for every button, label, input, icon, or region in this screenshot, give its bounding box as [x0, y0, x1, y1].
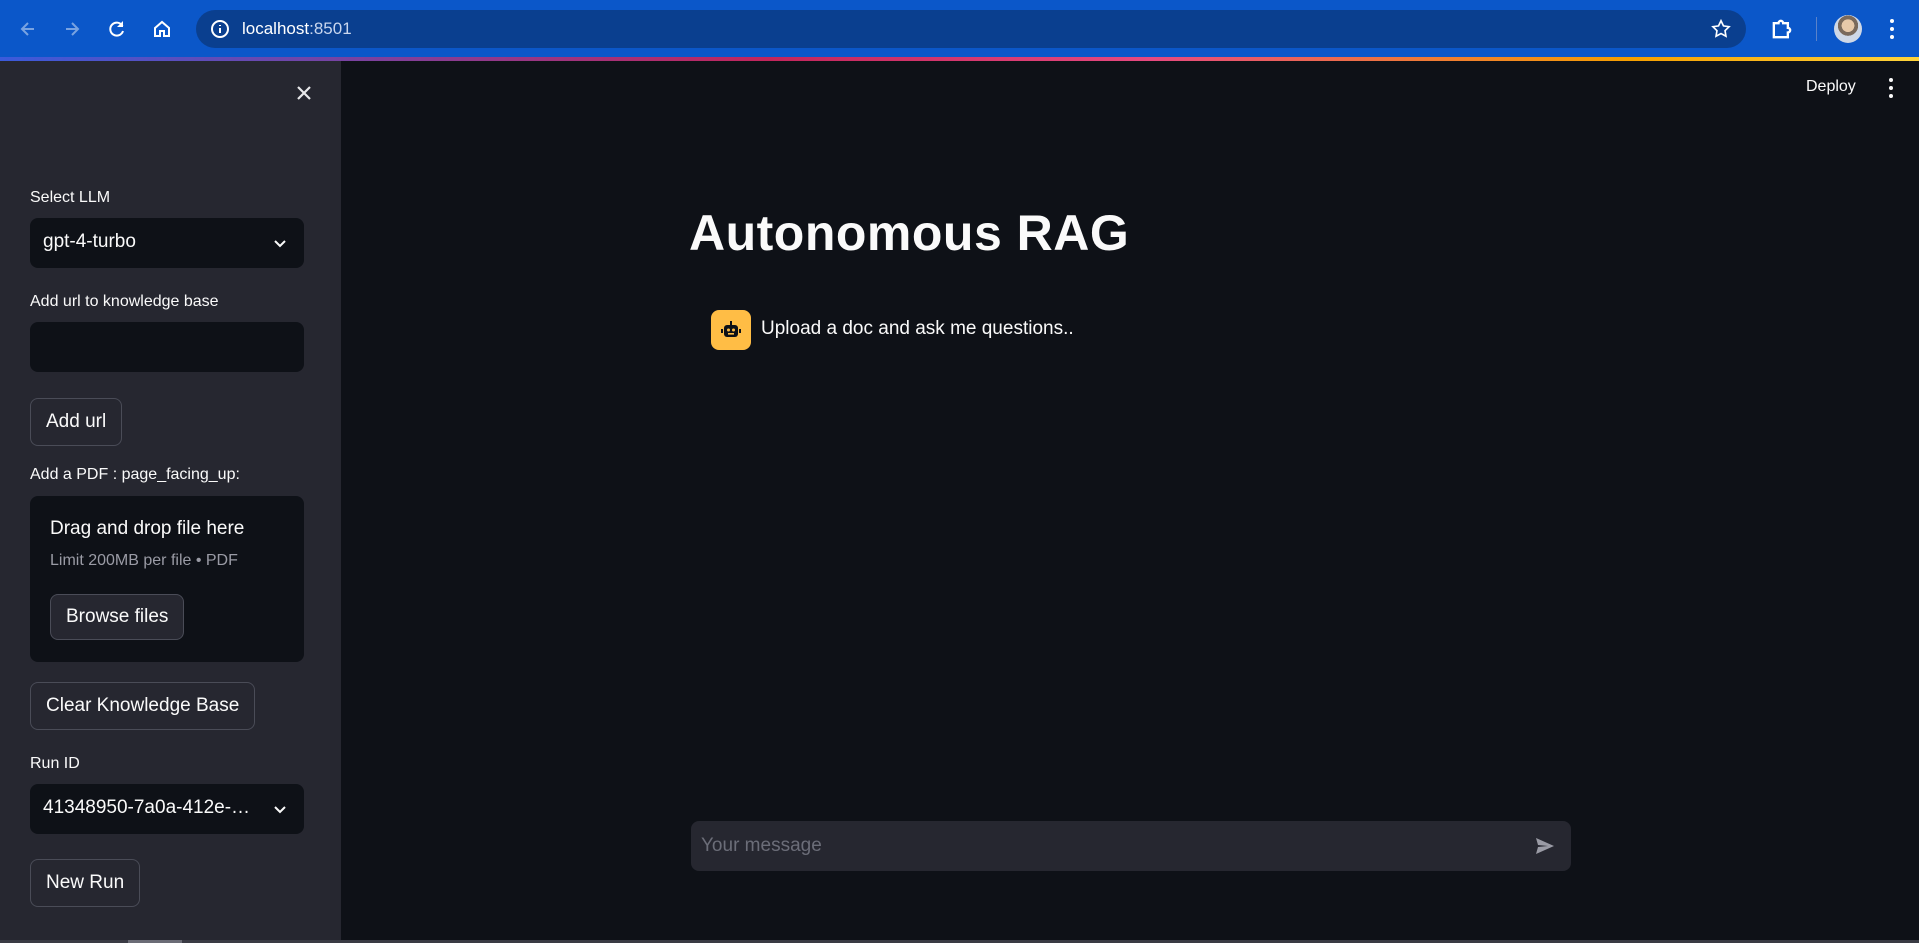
- reload-icon[interactable]: [102, 14, 132, 44]
- site-info-icon[interactable]: [210, 19, 230, 39]
- send-icon[interactable]: [1533, 834, 1557, 858]
- dropzone-hint: Limit 200MB per file • PDF: [50, 552, 238, 569]
- bookmark-star-icon[interactable]: [1710, 18, 1732, 40]
- extensions-puzzle-icon[interactable]: [1768, 15, 1796, 43]
- run-id-select-value: 41348950-7a0a-412e-…: [43, 797, 251, 818]
- browser-toolbar: localhost:8501: [0, 0, 1919, 58]
- new-run-button[interactable]: New Run: [30, 859, 141, 907]
- clear-knowledge-base-button[interactable]: Clear Knowledge Base: [30, 682, 256, 730]
- profile-avatar[interactable]: [1834, 15, 1862, 43]
- dropzone-title: Drag and drop file here: [50, 518, 245, 539]
- assistant-message: Upload a doc and ask me questions..: [761, 318, 1074, 339]
- toolbar-divider: [1816, 17, 1817, 41]
- chat-input-placeholder: Your message: [701, 835, 822, 856]
- run-id-label: Run ID: [30, 755, 80, 772]
- close-icon[interactable]: [290, 79, 318, 107]
- run-id-select[interactable]: 41348950-7a0a-412e-…: [30, 784, 304, 834]
- sidebar: Select LLM gpt-4-turbo Add url to knowle…: [0, 61, 341, 940]
- browser-menu-icon[interactable]: [1882, 15, 1902, 43]
- add-url-label: Add url to knowledge base: [30, 293, 219, 310]
- page-title: Autonomous RAG: [689, 205, 1130, 261]
- chevron-down-icon: [274, 240, 286, 248]
- add-pdf-label: Add a PDF : page_facing_up:: [30, 466, 240, 483]
- add-url-button[interactable]: Add url: [30, 398, 123, 446]
- main-menu-icon[interactable]: [1886, 78, 1896, 100]
- url-input[interactable]: [30, 322, 304, 372]
- back-arrow-icon[interactable]: [13, 14, 43, 44]
- chevron-down-icon: [274, 806, 286, 814]
- llm-select[interactable]: gpt-4-turbo: [30, 218, 304, 268]
- browse-files-button[interactable]: Browse files: [50, 594, 185, 640]
- deploy-button[interactable]: Deploy: [1806, 78, 1856, 96]
- address-bar[interactable]: localhost:8501: [196, 10, 1746, 48]
- chat-input[interactable]: Your message: [691, 821, 1571, 871]
- assistant-avatar: [711, 310, 751, 350]
- select-llm-label: Select LLM: [30, 189, 111, 206]
- llm-select-value: gpt-4-turbo: [43, 231, 136, 252]
- forward-arrow-icon[interactable]: [57, 14, 87, 44]
- url-text: localhost:8501: [242, 19, 352, 38]
- file-dropzone[interactable]: Drag and drop file here Limit 200MB per …: [30, 496, 304, 662]
- robot-icon: [721, 321, 741, 337]
- home-icon[interactable]: [147, 14, 177, 44]
- main-content: [341, 61, 1919, 940]
